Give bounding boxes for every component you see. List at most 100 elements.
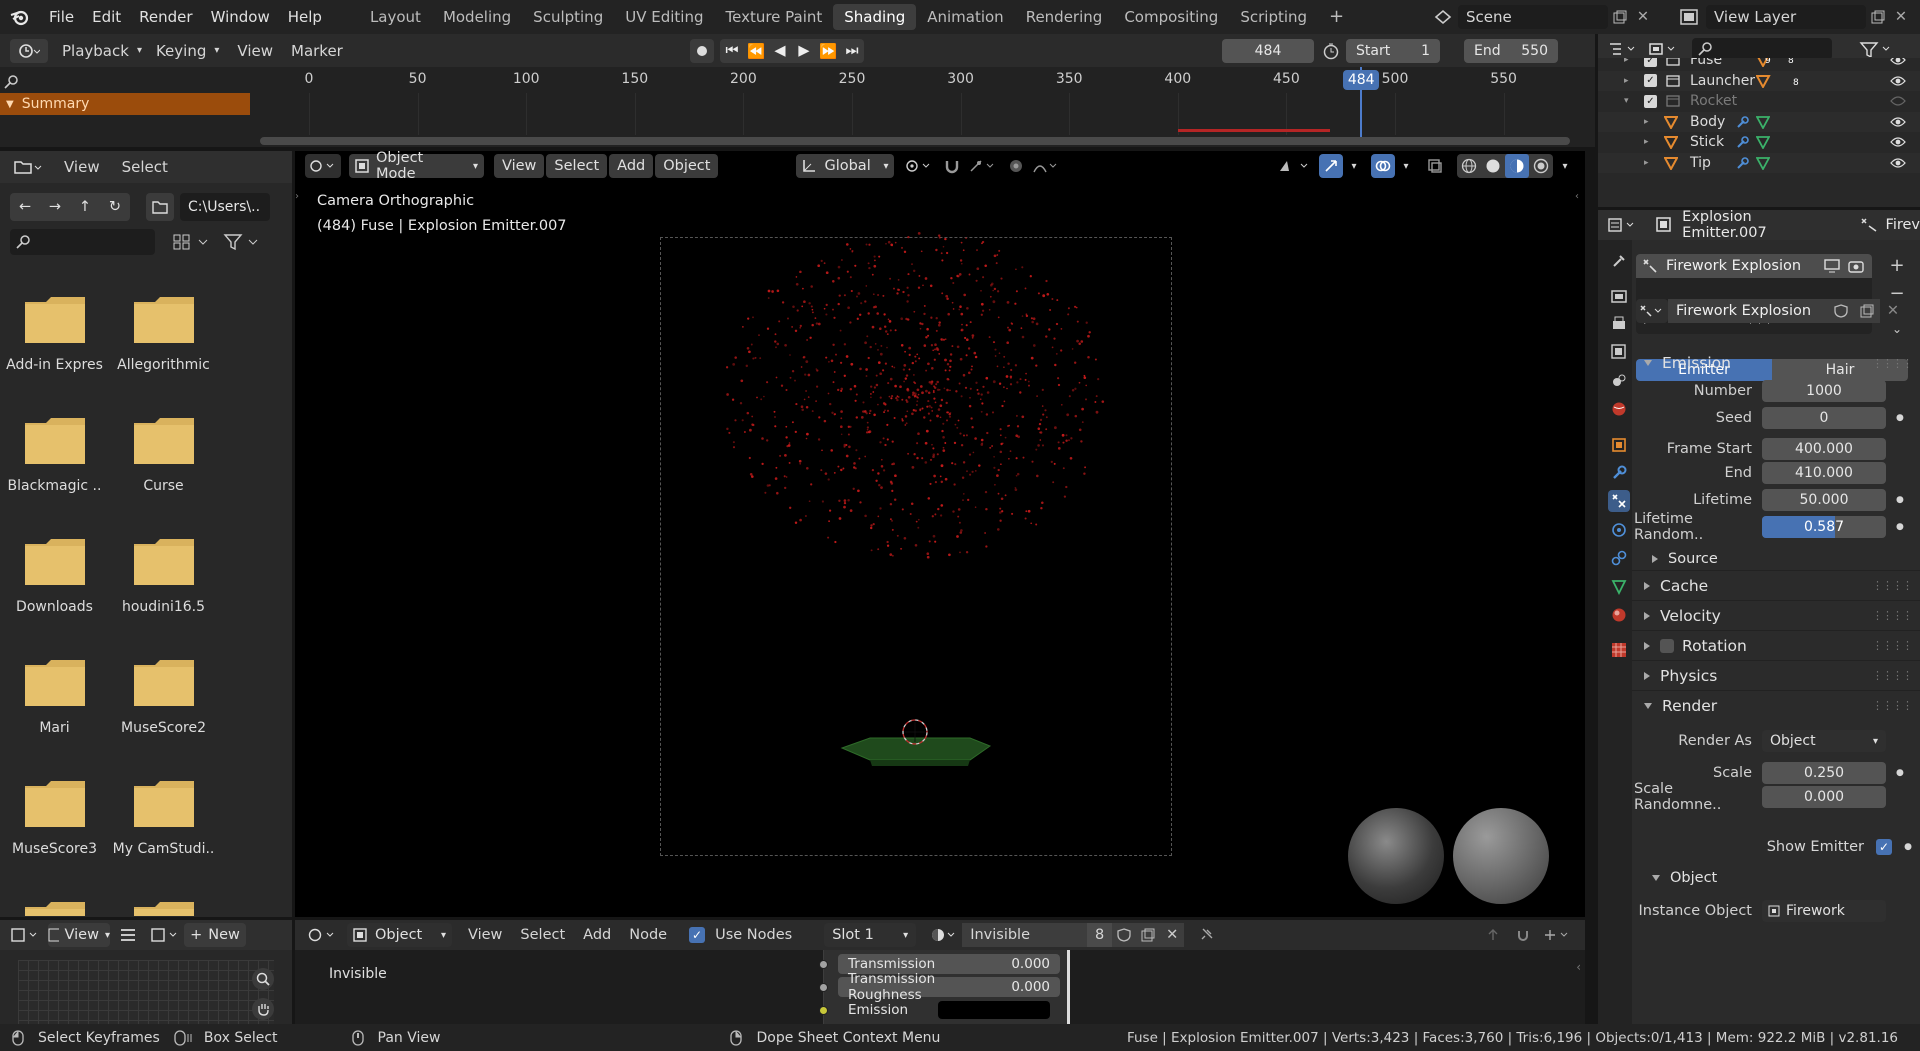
expand-arrow-icon[interactable]: ▸ (1644, 117, 1649, 127)
material-slot-dropdown[interactable]: Slot 1 ▾ (824, 923, 917, 947)
panel-grip-icon[interactable]: ⋮⋮⋮⋮ (1872, 357, 1913, 370)
3d-viewport[interactable]: Object Mode ▾ View Select Add Object Glo… (295, 150, 1585, 917)
shader-node-editor[interactable]: Object ▾ View Select Add Node ✓ Use Node… (295, 920, 1585, 1024)
parent-dir-icon[interactable]: ↑ (79, 199, 91, 215)
socket-dot-icon[interactable] (819, 1005, 828, 1015)
folder-item[interactable]: MuseScore3 (2, 780, 107, 857)
menu-window[interactable]: Window (202, 8, 279, 26)
forward-arrow-icon[interactable]: → (49, 199, 61, 215)
folder-item[interactable]: Allegorithmic (111, 296, 216, 373)
tab-compositing[interactable]: Compositing (1113, 4, 1229, 30)
view-layer-selector[interactable]: View Layer ✕ (1672, 3, 1912, 31)
lifetime-keyframe-dot[interactable]: ● (1896, 495, 1904, 505)
material-name-field[interactable]: Invisible 8 (962, 923, 1113, 947)
editor-type-clock-icon[interactable] (10, 38, 48, 63)
node-node-menu[interactable]: Node (629, 927, 667, 943)
material-unlink-icon[interactable]: ✕ (1160, 923, 1185, 947)
tab-rendering[interactable]: Rendering (1015, 4, 1114, 30)
rotation-panel-header[interactable]: Rotation ⋮⋮⋮⋮ (1632, 630, 1920, 660)
physics-tab-icon[interactable] (1608, 519, 1630, 541)
visibility-off-icon[interactable] (1890, 95, 1906, 107)
folder-item[interactable]: Downloads (2, 538, 107, 615)
outliner-row[interactable]: ▸ ✓ Launcher (1598, 70, 1920, 91)
socket-dot-icon[interactable] (819, 982, 828, 992)
end-frame-field[interactable]: End 550 (1464, 39, 1558, 63)
node-view-menu[interactable]: View (468, 927, 502, 943)
show-emitter-keyframe-dot[interactable]: ● (1904, 842, 1912, 852)
tab-uv-editing[interactable]: UV Editing (614, 4, 714, 30)
physics-panel-header[interactable]: Physics ⋮⋮⋮⋮ (1632, 660, 1920, 690)
child-objects-icon[interactable] (1756, 74, 1772, 88)
tab-scripting[interactable]: Scripting (1229, 4, 1318, 30)
filter-icon[interactable] (220, 231, 266, 253)
use-nodes-checkbox[interactable]: ✓ (689, 927, 706, 943)
constraints-tab-icon[interactable] (1608, 547, 1630, 569)
mesh-data-icon[interactable] (1756, 135, 1770, 149)
timeline-body[interactable]: ▼ Summary 0 50 100 150 200 250 300 350 400 450 500… (0, 67, 1595, 147)
menu-file[interactable]: File (40, 8, 83, 26)
render-tab-icon[interactable] (1608, 285, 1630, 307)
collapse-arrow-icon[interactable]: ▾ (1624, 96, 1629, 106)
view-layer-tab-icon[interactable] (1608, 341, 1630, 363)
folder-item-partial[interactable] (2, 901, 107, 916)
world-tab-icon[interactable] (1608, 398, 1630, 420)
tab-layout[interactable]: Layout (359, 4, 432, 30)
texture-tab-icon[interactable] (1608, 639, 1630, 661)
scene-name[interactable]: Scene (1458, 5, 1608, 29)
render-as-dropdown[interactable]: Object ▾ (1762, 730, 1886, 752)
node-add-menu[interactable]: Add (583, 927, 611, 943)
new-view-layer-icon[interactable] (1866, 10, 1890, 24)
timeline-view-menu[interactable]: View (237, 42, 273, 60)
expand-arrow-icon[interactable]: ▸ (1644, 137, 1649, 147)
node-snap-icon[interactable] (1511, 923, 1535, 947)
folder-item[interactable]: Curse (111, 417, 216, 494)
frame-start-field[interactable]: 400.000 (1762, 438, 1886, 460)
jump-keyframe-back-icon[interactable]: ⏪ (744, 39, 768, 63)
pin-icon[interactable] (1194, 928, 1218, 942)
node-socket-row[interactable]: Transmission Roughness 0.000 (819, 971, 1068, 1003)
current-frame-field[interactable]: 484 (1222, 39, 1314, 63)
material-duplicate-icon[interactable] (1136, 923, 1161, 947)
shader-type-dropdown[interactable]: Object ▾ (347, 923, 452, 947)
menu-render[interactable]: Render (130, 8, 201, 26)
socket-value-field[interactable]: Transmission Roughness 0.000 (838, 971, 1060, 1003)
parent-node-tree-icon[interactable] (1481, 923, 1505, 947)
modifier-wrench-icon[interactable] (1736, 115, 1750, 129)
record-button[interactable] (690, 39, 714, 63)
file-select-menu[interactable]: Select (122, 158, 168, 176)
emission-color-swatch[interactable] (938, 1001, 1050, 1019)
search-row[interactable] (4, 71, 248, 93)
material-browse-icon[interactable] (928, 928, 962, 942)
delete-scene-icon[interactable]: ✕ (1632, 9, 1654, 25)
seed-field[interactable]: 0 (1762, 407, 1886, 429)
summary-channel[interactable]: ▼ Summary (0, 93, 250, 115)
start-frame-field[interactable]: Start 1 (1346, 39, 1440, 63)
jump-end-icon[interactable]: ⏭ (840, 39, 864, 63)
blender-logo-icon[interactable] (0, 0, 40, 34)
jump-keyframe-forward-icon[interactable]: ⏩ (816, 39, 840, 63)
scene-selector[interactable]: Scene ✕ (1428, 3, 1654, 31)
tab-animation[interactable]: Animation (916, 4, 1014, 30)
node-snap-target-icon[interactable] (1541, 923, 1575, 947)
expand-arrow-icon[interactable]: ▸ (1624, 76, 1629, 86)
collection-checkbox[interactable]: ✓ (1644, 94, 1657, 108)
folder-item[interactable]: Mari (2, 659, 107, 736)
node-editor-icon[interactable] (305, 928, 341, 942)
file-view-menu[interactable]: View (64, 158, 100, 176)
back-arrow-icon[interactable]: ← (19, 199, 31, 215)
collection-checkbox[interactable]: ✓ (1644, 74, 1657, 87)
playhead-frame-badge[interactable]: 484 (1343, 70, 1380, 90)
visibility-eye-icon[interactable] (1890, 116, 1906, 128)
lifetime-field[interactable]: 50.000 (1762, 489, 1886, 511)
expand-arrow-icon[interactable]: ▸ (1644, 158, 1649, 168)
node-sidebar-expand-icon[interactable]: ‹ (1576, 960, 1581, 974)
collection-checkbox[interactable]: ✓ (1644, 58, 1657, 67)
frame-ruler[interactable]: 0 50 100 150 200 250 300 350 400 450 500 550 484 (250, 67, 1580, 147)
outliner-row[interactable]: ▸ Stick (1598, 132, 1920, 152)
material-tab-icon[interactable] (1608, 604, 1630, 626)
marker-menu[interactable]: Marker (291, 42, 343, 60)
emission-panel-header[interactable]: Emission ⋮⋮⋮⋮ (1632, 348, 1920, 378)
object-tab-icon[interactable] (1608, 434, 1630, 456)
stopwatch-icon[interactable] (1322, 42, 1340, 60)
outliner-row[interactable]: ▸ Body (1598, 111, 1920, 132)
